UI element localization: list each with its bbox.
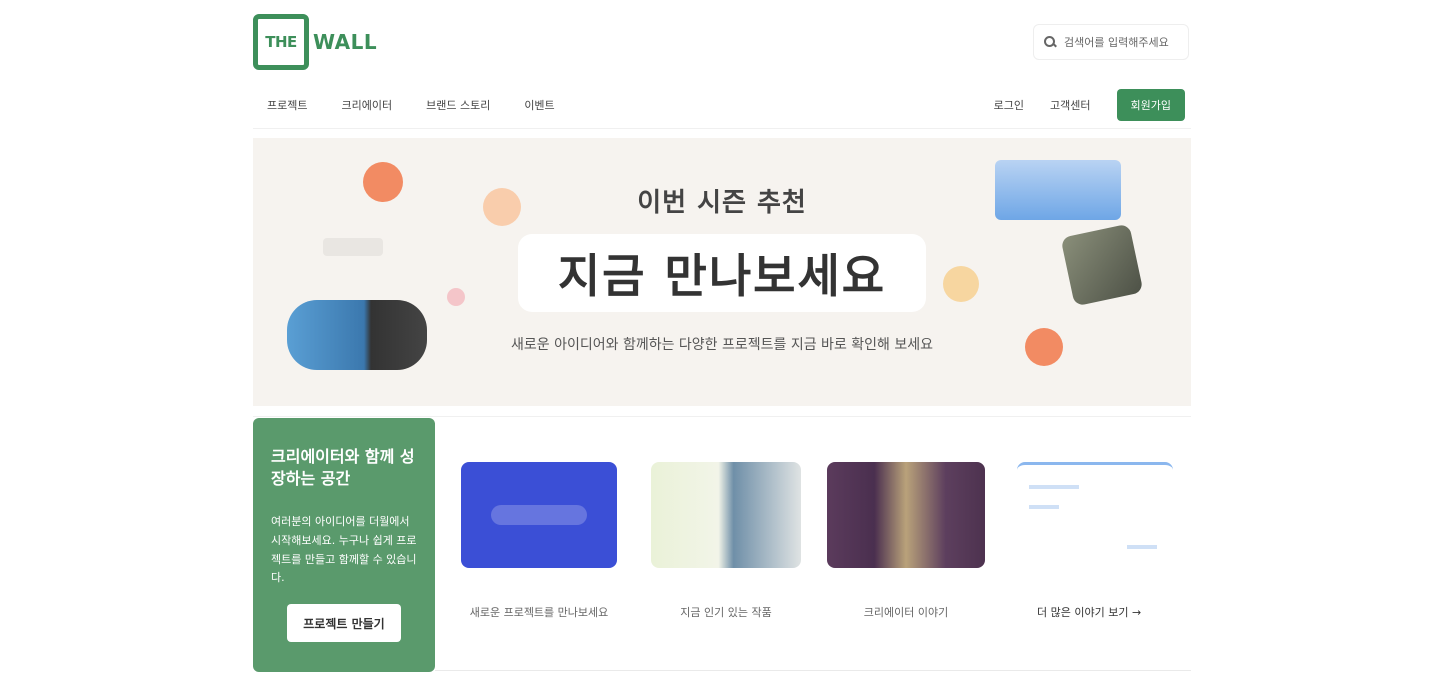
card-thumbnail-3[interactable]	[827, 462, 985, 568]
card-thumbnail-4-line	[1127, 545, 1157, 549]
logo-wordmark: WALL	[313, 30, 378, 54]
featured-section: 크리에이터와 함께 성장하는 공간 여러분의 아이디어를 더월에서 시작해보세요…	[253, 418, 1191, 672]
card-caption-3[interactable]: 크리에이터 이야기	[827, 604, 985, 622]
hero-title: 지금 만나보세요	[517, 234, 927, 312]
search-input[interactable]: 검색어를 입력해주세요	[1033, 24, 1189, 60]
promo-title: 크리에이터와 함께 성장하는 공간	[271, 447, 415, 488]
card-thumbnail-2[interactable]	[651, 462, 801, 568]
card-thumbnail-4[interactable]	[1017, 462, 1173, 568]
header: THE WALL 검색어를 입력해주세요	[253, 14, 1191, 70]
promo-button[interactable]: 프로젝트 만들기	[287, 604, 401, 642]
search-icon	[1044, 36, 1056, 48]
hero-subtitle: 이번 시즌 추천	[637, 188, 807, 218]
hero-title-wrap: 지금 만나보세요	[253, 234, 1191, 312]
logo-mark: THE	[253, 14, 309, 70]
nav-item-creators[interactable]: 크리에이터	[341, 97, 392, 113]
help-link[interactable]: 고객센터	[1050, 97, 1090, 113]
nav-item-projects[interactable]: 프로젝트	[267, 97, 307, 113]
hero-divider	[253, 416, 1191, 417]
logo[interactable]: THE WALL	[253, 14, 377, 70]
promo-card: 크리에이터와 함께 성장하는 공간 여러분의 아이디어를 더월에서 시작해보세요…	[253, 418, 435, 672]
card-thumbnail-1[interactable]	[461, 462, 617, 568]
more-stories-link[interactable]: 더 많은 이야기 보기 →	[1037, 604, 1141, 620]
card-thumbnail-4-line	[1029, 485, 1079, 489]
nav-menu: 프로젝트 크리에이터 브랜드 스토리 이벤트	[253, 97, 555, 113]
nav-item-brand-story[interactable]: 브랜드 스토리	[426, 97, 490, 113]
hero-description: 새로운 아이디어와 함께하는 다양한 프로젝트를 지금 바로 확인해 보세요	[511, 337, 933, 353]
login-link[interactable]: 로그인	[994, 97, 1024, 113]
nav-actions: 로그인 고객센터 회원가입	[994, 89, 1191, 121]
card-caption-2[interactable]: 지금 인기 있는 작품	[651, 604, 801, 622]
card-caption-1[interactable]: 새로운 프로젝트를 만나보세요	[461, 604, 617, 622]
nav-divider	[253, 128, 1191, 129]
page: THE WALL 검색어를 입력해주세요 프로젝트 크리에이터 브랜드 스토리 …	[0, 0, 1440, 689]
card-thumbnail-1-banner	[491, 505, 587, 525]
signup-button[interactable]: 회원가입	[1116, 89, 1185, 121]
section-divider	[435, 670, 1191, 671]
search-placeholder: 검색어를 입력해주세요	[1064, 36, 1169, 49]
hero-banner[interactable]: 이번 시즌 추천 지금 만나보세요 새로운 아이디어와 함께하는 다양한 프로젝…	[253, 138, 1191, 406]
nav-item-events[interactable]: 이벤트	[524, 97, 554, 113]
promo-description: 여러분의 아이디어를 더월에서 시작해보세요. 누구나 쉽게 프로젝트를 만들고…	[271, 515, 417, 585]
main-nav: 프로젝트 크리에이터 브랜드 스토리 이벤트 로그인 고객센터 회원가입	[253, 88, 1191, 122]
card-thumbnail-4-line	[1029, 505, 1059, 509]
